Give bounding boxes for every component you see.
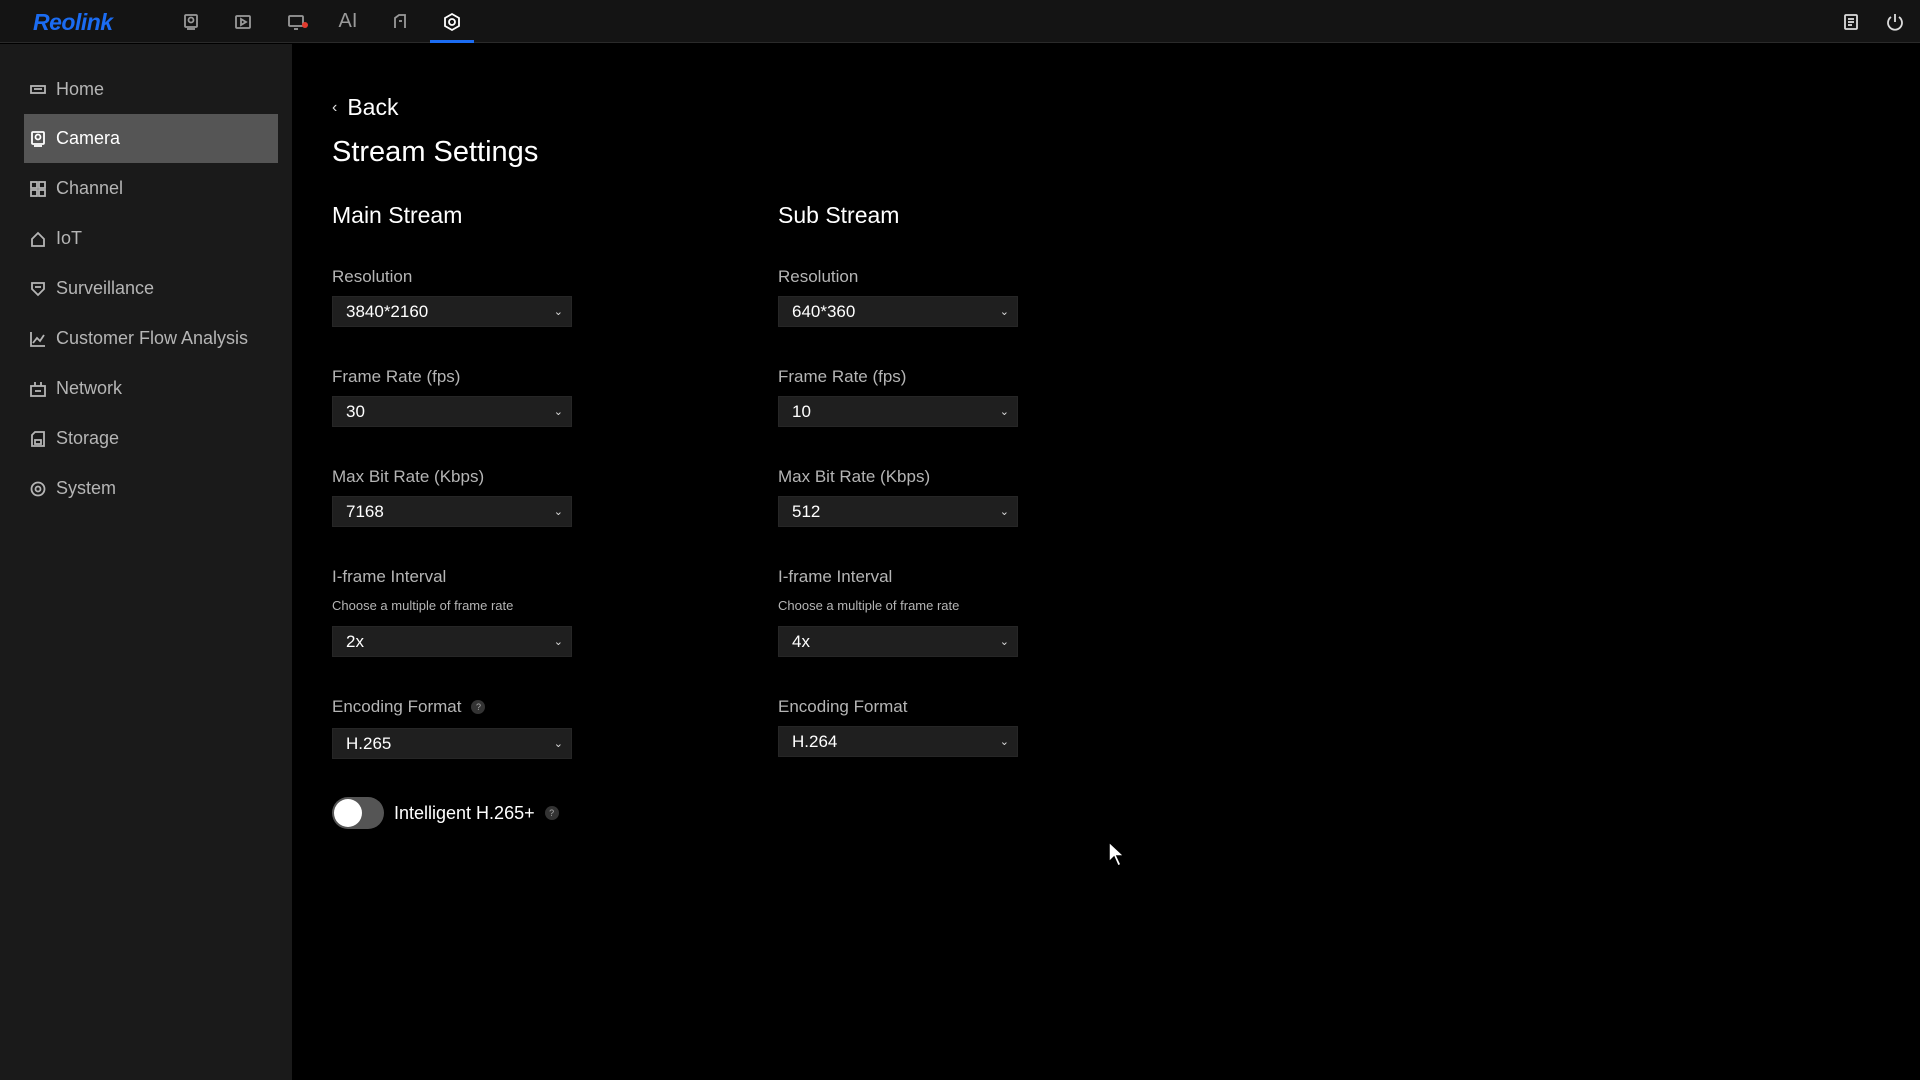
select-value: 4x xyxy=(792,631,810,651)
sidebar-item-label: Network xyxy=(56,378,123,398)
select-value: 640*360 xyxy=(792,301,856,321)
chevron-down-icon: ⌄ xyxy=(553,738,563,750)
sidebar-item-channel[interactable]: Channel xyxy=(24,164,278,213)
sidebar-item-label: Storage xyxy=(56,428,120,448)
help-icon[interactable]: ? xyxy=(471,700,486,714)
sidebar-item-network[interactable]: Network xyxy=(24,364,278,413)
main-encoding-label-text: Encoding Format xyxy=(332,697,462,716)
sidebar: Home Camera Channel IoT Surveillance Cus… xyxy=(0,44,292,1080)
chevron-down-icon: ⌄ xyxy=(999,506,1009,518)
sidebar-item-home[interactable]: Home xyxy=(24,65,278,114)
playback-icon[interactable] xyxy=(221,0,265,43)
main-bitrate-select[interactable]: 7168 ⌄ xyxy=(332,496,572,527)
sidebar-item-surveillance[interactable]: Surveillance xyxy=(24,264,278,313)
sidebar-item-label: Home xyxy=(56,79,105,99)
main-iframe-label: I-frame Interval xyxy=(332,567,447,586)
sub-encoding-select[interactable]: H.264 ⌄ xyxy=(778,726,1018,757)
sidebar-item-system[interactable]: System xyxy=(24,464,278,513)
iot-icon xyxy=(30,231,46,247)
shield-icon xyxy=(30,281,46,297)
notes-icon[interactable] xyxy=(1833,0,1869,43)
sidebar-item-iot[interactable]: IoT xyxy=(24,214,278,263)
chart-icon xyxy=(30,331,46,347)
sidebar-item-label: Channel xyxy=(56,178,124,198)
select-value: H.265 xyxy=(346,733,392,753)
settings-icon[interactable] xyxy=(430,0,474,43)
alert-dot xyxy=(302,22,308,28)
main-encoding-label: Encoding Format ? xyxy=(332,697,486,717)
select-value: 7168 xyxy=(346,501,384,521)
system-icon xyxy=(30,481,46,497)
select-value: 30 xyxy=(346,401,365,421)
main-resolution-label: Resolution xyxy=(332,267,413,286)
sub-bitrate-label: Max Bit Rate (Kbps) xyxy=(778,467,931,486)
sub-iframe-label: I-frame Interval xyxy=(778,567,893,586)
help-icon[interactable]: ? xyxy=(544,806,559,820)
chevron-down-icon: ⌄ xyxy=(999,636,1009,648)
alarm-icon[interactable] xyxy=(274,0,318,43)
chevron-left-icon: ‹ xyxy=(332,98,338,116)
device-icon[interactable] xyxy=(378,0,422,43)
page-title: Stream Settings xyxy=(332,136,539,168)
main-framerate-label: Frame Rate (fps) xyxy=(332,367,461,386)
chevron-down-icon: ⌄ xyxy=(999,306,1009,318)
sub-encoding-label: Encoding Format xyxy=(778,697,908,716)
sidebar-item-label: Camera xyxy=(56,128,121,148)
main-resolution-select[interactable]: 3840*2160 ⌄ xyxy=(332,296,572,327)
sub-iframe-select[interactable]: 4x ⌄ xyxy=(778,626,1018,657)
ai-icon[interactable]: AI xyxy=(326,0,370,43)
sidebar-item-label: Surveillance xyxy=(56,278,155,298)
chevron-down-icon: ⌄ xyxy=(553,506,563,518)
main-iframe-hint: Choose a multiple of frame rate xyxy=(332,598,514,613)
network-icon xyxy=(30,381,46,397)
toggle-knob xyxy=(334,799,362,827)
chevron-down-icon: ⌄ xyxy=(999,406,1009,418)
power-icon[interactable] xyxy=(1877,0,1913,43)
select-value: 512 xyxy=(792,501,821,521)
select-value: 3840*2160 xyxy=(346,301,429,321)
sub-iframe-hint: Choose a multiple of frame rate xyxy=(778,598,960,613)
sidebar-item-customer-flow[interactable]: Customer Flow Analysis xyxy=(24,314,278,363)
camera-live-icon[interactable] xyxy=(169,0,213,43)
sidebar-item-camera[interactable]: Camera xyxy=(24,114,278,163)
grid-icon xyxy=(30,180,46,197)
intelligent-h265-toggle[interactable] xyxy=(332,797,384,829)
chevron-down-icon: ⌄ xyxy=(553,406,563,418)
intelligent-h265-label: Intelligent H.265+ xyxy=(394,802,535,823)
main-encoding-select[interactable]: H.265 ⌄ xyxy=(332,728,572,759)
sidebar-item-storage[interactable]: Storage xyxy=(24,414,278,463)
sub-bitrate-select[interactable]: 512 ⌄ xyxy=(778,496,1018,527)
sub-resolution-select[interactable]: 640*360 ⌄ xyxy=(778,296,1018,327)
chevron-down-icon: ⌄ xyxy=(553,636,563,648)
chevron-down-icon: ⌄ xyxy=(553,306,563,318)
mouse-cursor-icon xyxy=(1108,840,1126,868)
ai-label: AI xyxy=(338,10,358,32)
sub-framerate-label: Frame Rate (fps) xyxy=(778,367,907,386)
main-framerate-select[interactable]: 30 ⌄ xyxy=(332,396,572,427)
top-bar: Reolink AI xyxy=(0,0,1920,43)
storage-icon xyxy=(30,430,46,447)
chevron-down-icon: ⌄ xyxy=(999,736,1009,748)
back-label: Back xyxy=(347,94,399,120)
select-value: 10 xyxy=(792,401,811,421)
back-button[interactable]: ‹ Back xyxy=(332,94,398,121)
select-value: 2x xyxy=(346,631,364,651)
intelligent-h265-row: Intelligent H.265+ ? xyxy=(332,797,559,829)
sub-stream-title: Sub Stream xyxy=(778,202,900,228)
home-icon xyxy=(30,82,46,98)
sidebar-item-label: Customer Flow Analysis xyxy=(56,328,249,348)
select-value: H.264 xyxy=(792,731,838,751)
camera-icon xyxy=(30,130,46,147)
main-content: ‹ Back Stream Settings Main Stream Resol… xyxy=(292,44,1920,1080)
sub-resolution-label: Resolution xyxy=(778,267,859,286)
main-stream-title: Main Stream xyxy=(332,202,463,228)
main-bitrate-label: Max Bit Rate (Kbps) xyxy=(332,467,485,486)
sidebar-item-label: IoT xyxy=(56,228,83,248)
sidebar-item-label: System xyxy=(56,478,117,498)
reolink-logo[interactable]: Reolink xyxy=(33,9,113,36)
main-iframe-select[interactable]: 2x ⌄ xyxy=(332,626,572,657)
sub-framerate-select[interactable]: 10 ⌄ xyxy=(778,396,1018,427)
